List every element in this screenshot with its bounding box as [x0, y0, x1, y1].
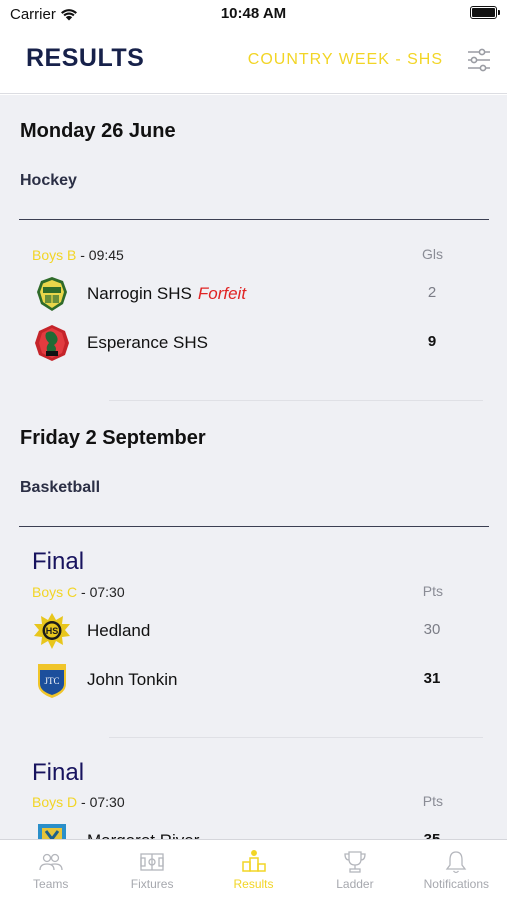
- tab-notifications[interactable]: Notifications: [406, 840, 507, 900]
- tab-ladder[interactable]: Ladder: [304, 840, 405, 900]
- match-info: Boys B - 09:45: [32, 247, 124, 263]
- tab-label: Teams: [33, 877, 69, 891]
- esperance-shs-logo: [35, 325, 69, 361]
- john-tonkin-logo: JTC: [38, 664, 66, 698]
- tab-results[interactable]: Results: [203, 840, 304, 900]
- sport-heading: Hockey: [20, 172, 77, 189]
- tab-label: Ladder: [336, 877, 374, 891]
- team-score: 30: [423, 621, 441, 638]
- team-score: 31: [423, 670, 441, 687]
- grade-label: Boys B: [32, 247, 77, 263]
- score-column-label: Pts: [422, 793, 443, 809]
- svg-text:HS: HS: [46, 626, 59, 636]
- team-name-text: Narrogin SHS: [87, 284, 192, 303]
- tab-label: Fixtures: [130, 877, 174, 891]
- logo-text: JTC: [44, 676, 59, 686]
- grade-label: Boys C: [32, 584, 78, 600]
- tab-label: Notifications: [423, 877, 490, 891]
- team-name: Margaret River: [87, 831, 199, 839]
- team-name: Hedland: [87, 621, 151, 640]
- sliders-icon: [468, 48, 490, 72]
- score-column-label: Pts: [422, 583, 443, 599]
- section-separator: [109, 400, 483, 401]
- team-row[interactable]: HS Hedland 30: [32, 611, 452, 651]
- hedland-logo: HS: [34, 613, 70, 649]
- teams-icon: [39, 853, 63, 871]
- filter-button[interactable]: [465, 46, 493, 74]
- tab-teams[interactable]: Teams: [0, 840, 101, 900]
- match-info: Boys C - 07:30: [32, 584, 125, 600]
- narrogin-shs-logo: [37, 277, 67, 311]
- team-score: 2: [427, 284, 437, 301]
- team-score: 35: [412, 831, 452, 839]
- match-time: - 09:45: [76, 247, 124, 263]
- round-name: Final: [32, 759, 85, 786]
- score-column-label: Gls: [422, 246, 443, 262]
- team-row[interactable]: Esperance SHS 9: [32, 323, 452, 363]
- results-list[interactable]: Monday 26 June Hockey Boys B - 09:45 Gls…: [0, 95, 507, 839]
- team-name: John Tonkin: [87, 670, 178, 689]
- team-row[interactable]: JTC John Tonkin 31: [32, 660, 452, 700]
- grade-label: Boys D: [32, 794, 78, 810]
- sport-heading: Basketball: [20, 479, 101, 496]
- sport-divider: [19, 219, 489, 220]
- team-score: 9: [427, 333, 437, 350]
- round-name: Final: [32, 548, 85, 575]
- match-time: - 07:30: [77, 584, 125, 600]
- trophy-icon: [344, 851, 366, 873]
- day-heading: Friday 2 September: [20, 427, 206, 449]
- results-icon: [241, 850, 266, 872]
- app-header: RESULTS COUNTRY WEEK - SHS: [0, 28, 507, 94]
- shield-logo: [38, 824, 66, 839]
- forfeit-label: Forfeit: [197, 284, 247, 303]
- section-separator: [109, 737, 483, 738]
- team-name: Esperance SHS: [87, 333, 208, 352]
- tab-fixtures[interactable]: Fixtures: [101, 840, 202, 900]
- page-title: RESULTS: [26, 44, 145, 72]
- sport-divider: [19, 526, 489, 527]
- battery-icon: [470, 6, 500, 19]
- match-info: Boys D - 07:30: [32, 794, 125, 810]
- clock: 10:48 AM: [220, 5, 287, 22]
- competition-selector[interactable]: COUNTRY WEEK - SHS: [248, 51, 443, 69]
- status-bar: Carrier 10:48 AM: [0, 0, 507, 28]
- match-time: - 07:30: [77, 794, 125, 810]
- tab-label: Results: [233, 877, 274, 891]
- team-row[interactable]: Margaret River 35: [32, 821, 452, 839]
- team-row[interactable]: Narrogin SHS Forfeit 2: [32, 274, 452, 314]
- tab-bar: Teams Fixtures Results Ladder Notificati…: [0, 839, 507, 900]
- team-name: Narrogin SHS Forfeit: [87, 284, 246, 304]
- day-heading: Monday 26 June: [20, 120, 176, 142]
- bell-icon: [446, 851, 467, 874]
- fixtures-icon: [140, 853, 164, 871]
